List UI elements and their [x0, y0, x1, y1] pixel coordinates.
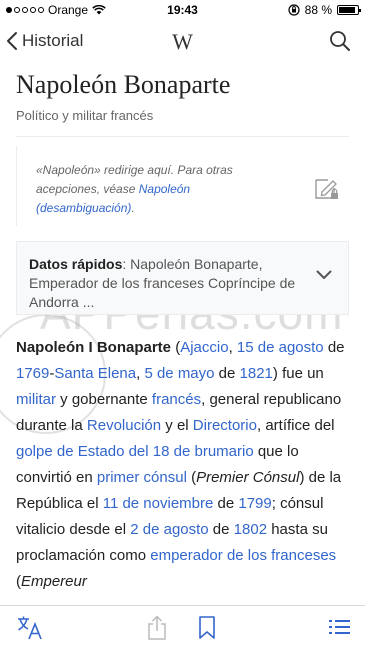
- paragraph-text: y gobernante: [56, 391, 152, 408]
- article-link[interactable]: 1802: [234, 521, 267, 538]
- quick-facts-label: Datos rápidos: [29, 256, 123, 272]
- italic-text: Empereur: [21, 573, 87, 590]
- article-link[interactable]: Revolución: [87, 417, 161, 434]
- status-right: 88 %: [288, 3, 361, 17]
- article-link[interactable]: 5 de mayo: [144, 365, 214, 382]
- share-icon[interactable]: [146, 615, 168, 641]
- bookmark-icon[interactable]: [198, 615, 216, 641]
- paragraph-text: de: [214, 365, 240, 382]
- article-link[interactable]: 11 de noviembre: [103, 495, 214, 512]
- article-link[interactable]: militar: [16, 391, 56, 408]
- article-link[interactable]: Ajaccio: [180, 339, 228, 356]
- article-description: Político y militar francés: [16, 108, 154, 123]
- chevron-left-icon: [7, 32, 17, 50]
- paragraph-text: (: [186, 469, 197, 486]
- navigation-bar: Historial W: [0, 20, 365, 64]
- article-subject: Napoleón I Bonaparte: [16, 339, 172, 356]
- article-link[interactable]: 2 de agosto: [130, 521, 208, 538]
- article-link[interactable]: 1799: [238, 495, 271, 512]
- back-button[interactable]: Historial: [6, 31, 83, 51]
- article-link[interactable]: Santa Elena: [54, 365, 136, 382]
- hatnote-end: .: [131, 201, 135, 215]
- paragraph-text: de: [208, 521, 234, 538]
- article-content: APPerlas.com Napoleón Bonaparte Político…: [0, 64, 365, 604]
- divider: [16, 136, 349, 137]
- back-label: Historial: [22, 31, 84, 50]
- italic-text: Premier Cónsul: [196, 469, 300, 486]
- article-link[interactable]: primer cónsul: [97, 469, 187, 486]
- search-icon[interactable]: [329, 30, 351, 52]
- hatnote-border: [16, 146, 17, 226]
- translate-icon[interactable]: [16, 615, 44, 641]
- orientation-lock-icon: [288, 4, 300, 16]
- bottom-toolbar: [0, 605, 365, 650]
- lead-paragraph: Napoleón I Bonaparte (Ajaccio, 15 de ago…: [16, 335, 352, 595]
- article-title: Napoleón Bonaparte: [16, 70, 231, 99]
- chevron-down-icon[interactable]: [316, 270, 332, 280]
- article-link[interactable]: francés: [152, 391, 201, 408]
- paragraph-text: de: [213, 495, 239, 512]
- paragraph-text: ) fue un: [272, 365, 324, 382]
- paragraph-text: (: [171, 339, 181, 356]
- quick-facts-text: Datos rápidos: Napoleón Bonaparte, Emper…: [29, 255, 305, 312]
- article-link[interactable]: 15 de agosto: [237, 339, 324, 356]
- battery-percent: 88 %: [304, 3, 332, 17]
- article-link[interactable]: emperador de los franceses: [150, 547, 336, 564]
- article-link[interactable]: 1769: [16, 365, 49, 382]
- article-link[interactable]: Directorio: [193, 417, 257, 434]
- hatnote-text: «Napoleón» redirige aquí. Para otras ace…: [36, 163, 233, 196]
- article-link[interactable]: 1821: [240, 365, 273, 382]
- paragraph-text: , artífice del: [256, 417, 335, 434]
- paragraph-text: de: [323, 339, 345, 356]
- edit-locked-icon[interactable]: [313, 174, 341, 202]
- battery-icon: [337, 5, 361, 15]
- paragraph-text: y el: [161, 417, 193, 434]
- paragraph-text: ,: [228, 339, 237, 356]
- status-bar: Orange 19:43 88 %: [0, 0, 365, 20]
- hatnote: «Napoleón» redirige aquí. Para otras ace…: [36, 161, 276, 218]
- table-of-contents-icon[interactable]: [328, 615, 352, 641]
- article-link[interactable]: golpe de Estado del 18 de brumario: [16, 443, 254, 460]
- quick-facts-panel[interactable]: Datos rápidos: Napoleón Bonaparte, Emper…: [16, 241, 349, 315]
